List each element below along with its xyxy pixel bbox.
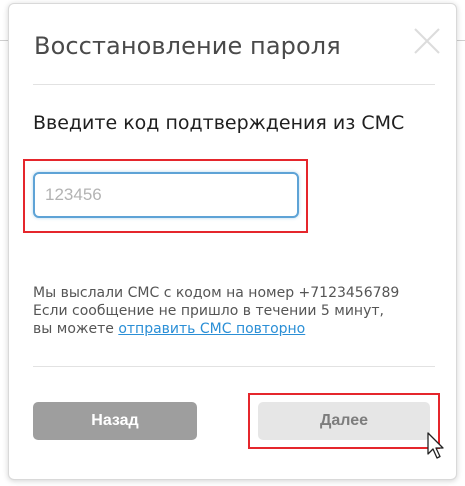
next-button[interactable]: Далее <box>258 402 430 440</box>
backdrop-divider-right <box>457 40 465 41</box>
backdrop-divider-left <box>0 40 8 41</box>
password-recovery-dialog: Восстановление пароля Введите код подтве… <box>8 3 457 480</box>
mouse-pointer-icon <box>427 432 444 459</box>
sms-code-input[interactable] <box>33 172 299 218</box>
sms-info-text: Мы выслали СМС с кодом на номер +7123456… <box>33 284 443 338</box>
header-divider <box>33 84 435 85</box>
sms-info-line-3-prefix: вы можете <box>33 321 119 337</box>
sms-info-line-2: Если сообщение не пришло в течении 5 мин… <box>33 303 384 319</box>
close-icon <box>414 28 440 54</box>
resend-sms-link[interactable]: отправить СМС повторно <box>118 321 305 337</box>
sms-info-line-1: Мы выслали СМС с кодом на номер +7123456… <box>33 285 400 301</box>
dialog-subtitle: Введите код подтверждения из СМС <box>33 112 405 134</box>
back-button[interactable]: Назад <box>33 402 197 440</box>
dialog-title: Восстановление пароля <box>34 32 341 60</box>
close-button[interactable] <box>412 26 442 56</box>
footer-divider <box>33 366 435 367</box>
sms-info-line-3: вы можете отправить СМС повторно <box>33 320 443 338</box>
